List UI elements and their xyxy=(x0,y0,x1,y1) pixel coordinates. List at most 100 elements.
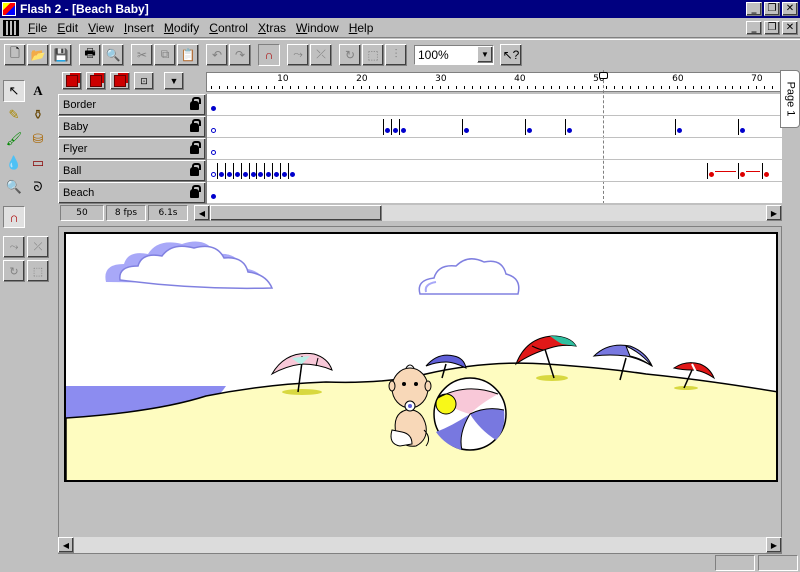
keyframe[interactable] xyxy=(218,172,224,177)
keyframe[interactable] xyxy=(234,172,240,177)
keyframe[interactable] xyxy=(242,172,248,177)
scale-modifier-icon[interactable]: ⬚ xyxy=(27,260,49,282)
print-preview-icon[interactable]: 🔍 xyxy=(102,43,124,66)
scroll-left-icon[interactable]: ◀ xyxy=(194,205,210,221)
menu-view[interactable]: View xyxy=(83,21,119,35)
keyframe[interactable] xyxy=(211,128,216,133)
copy-icon[interactable]: ⧉ xyxy=(154,43,176,66)
arrow-tool-icon[interactable]: ↖ xyxy=(3,80,25,102)
paint-bucket-tool-icon[interactable]: ⛁ xyxy=(27,128,49,150)
doc-close-button[interactable]: ✕ xyxy=(782,20,798,35)
smooth-modifier-icon[interactable]: ⤳ xyxy=(3,236,25,258)
menu-window[interactable]: Window xyxy=(291,21,344,35)
keyframe[interactable] xyxy=(290,172,295,177)
layer-ball[interactable]: Ball xyxy=(58,160,206,182)
menu-file[interactable]: File xyxy=(23,21,52,35)
keyframe[interactable] xyxy=(392,128,398,133)
open-icon[interactable]: 📂 xyxy=(27,43,49,66)
frame-row-baby[interactable] xyxy=(207,116,783,138)
playhead-handle[interactable] xyxy=(599,72,608,79)
frame-row-beach[interactable] xyxy=(207,182,783,204)
menu-help[interactable]: Help xyxy=(344,21,379,35)
undo-icon[interactable]: ↶ xyxy=(206,43,228,66)
straighten-modifier-icon[interactable]: ⤫ xyxy=(27,236,49,258)
keyframe[interactable] xyxy=(274,172,280,177)
menu-insert[interactable]: Insert xyxy=(119,21,159,35)
zoom-tool-icon[interactable]: 🔍 xyxy=(3,176,25,198)
layer-baby[interactable]: Baby xyxy=(58,116,206,138)
lock-icon[interactable] xyxy=(190,184,201,198)
stage-canvas[interactable] xyxy=(64,232,778,482)
frame-grid[interactable] xyxy=(206,70,783,204)
cloud-right[interactable] xyxy=(418,258,520,295)
keyframe[interactable] xyxy=(740,128,746,133)
menu-control[interactable]: Control xyxy=(204,21,253,35)
frame-row-flyer[interactable] xyxy=(207,138,783,160)
timeline-scrollbar[interactable] xyxy=(210,205,766,221)
new-icon[interactable]: 🗋 xyxy=(4,43,26,66)
tween-keyframe[interactable] xyxy=(708,172,714,177)
menu-xtras[interactable]: Xtras xyxy=(253,21,291,35)
save-icon[interactable]: 💾 xyxy=(50,43,72,66)
help-pointer-icon[interactable]: ↖? xyxy=(500,43,522,66)
smooth-icon[interactable]: ⤳ xyxy=(287,43,309,66)
snap-modifier-icon[interactable]: ∩ xyxy=(3,206,25,228)
keyframe[interactable] xyxy=(384,128,390,133)
close-button[interactable]: ✕ xyxy=(782,2,798,16)
straighten-icon[interactable]: ⤫ xyxy=(310,43,332,66)
keyframe[interactable] xyxy=(400,128,406,133)
layer-beach[interactable]: Beach xyxy=(58,182,206,204)
snap-icon[interactable]: ∩ xyxy=(258,43,280,66)
keyframe[interactable] xyxy=(211,194,216,199)
stage-scroll-left-icon[interactable]: ◀ xyxy=(58,537,74,553)
eraser-tool-icon[interactable]: ▭ xyxy=(27,152,49,174)
keyframe[interactable] xyxy=(282,172,288,177)
keyframe[interactable] xyxy=(250,172,256,177)
cloud-left[interactable] xyxy=(105,241,274,290)
paste-icon[interactable]: 📋 xyxy=(177,43,199,66)
chevron-down-icon[interactable]: ▼ xyxy=(164,72,184,90)
tween-keyframe[interactable] xyxy=(740,172,746,177)
restore-button[interactable]: ❐ xyxy=(764,2,780,16)
delete-layer-icon[interactable] xyxy=(86,72,106,90)
tween-keyframe[interactable] xyxy=(764,172,769,177)
add-layer-icon[interactable] xyxy=(62,72,82,90)
keyframe[interactable] xyxy=(527,128,532,133)
scale-icon[interactable]: ⬚ xyxy=(362,43,384,66)
document-icon[interactable] xyxy=(3,19,19,36)
scroll-right-icon[interactable]: ▶ xyxy=(766,205,782,221)
lock-icon[interactable] xyxy=(190,140,201,154)
rotate-modifier-icon[interactable]: ↻ xyxy=(3,260,25,282)
redo-icon[interactable]: ↷ xyxy=(229,43,251,66)
keyframe[interactable] xyxy=(226,172,232,177)
keyframe[interactable] xyxy=(566,128,572,133)
print-icon[interactable]: 🖶 xyxy=(79,43,101,66)
cut-icon[interactable]: ✂ xyxy=(131,43,153,66)
lock-icon[interactable] xyxy=(190,162,201,176)
zoom-select[interactable]: 100% ▼ xyxy=(414,44,494,65)
keyframe[interactable] xyxy=(677,128,683,133)
dropper-tool-icon[interactable]: 💧 xyxy=(3,152,25,174)
pencil-tool-icon[interactable]: ✎ xyxy=(3,104,25,126)
keyframe[interactable] xyxy=(266,172,272,177)
layer-properties-icon[interactable] xyxy=(110,72,130,90)
layer-border[interactable]: Border xyxy=(58,94,206,116)
frame-row-border[interactable] xyxy=(207,94,783,116)
ink-bottle-tool-icon[interactable]: ⚱ xyxy=(27,104,49,126)
align-icon[interactable]: ⫶ xyxy=(385,43,407,66)
rotate-icon[interactable]: ↻ xyxy=(339,43,361,66)
lasso-tool-icon[interactable]: ᘐ xyxy=(27,176,49,198)
scene-tab[interactable]: Page 1 xyxy=(780,70,800,128)
doc-restore-button[interactable]: ❐ xyxy=(764,20,780,35)
timeline-scroll-thumb[interactable] xyxy=(210,205,382,221)
frame-ruler[interactable]: 10 20 30 40 50 60 70 xyxy=(206,72,782,92)
menu-modify[interactable]: Modify xyxy=(159,21,204,35)
minimize-button[interactable]: _ xyxy=(746,2,762,16)
layer-flyer[interactable]: Flyer xyxy=(58,138,206,160)
keyframe[interactable] xyxy=(463,128,469,133)
flash-app-icon[interactable] xyxy=(2,2,16,16)
text-tool-icon[interactable]: A xyxy=(27,80,49,102)
stage-scroll-right-icon[interactable]: ▶ xyxy=(766,537,782,553)
onion-skin-icon[interactable]: ⊡ xyxy=(134,72,154,90)
keyframe[interactable] xyxy=(258,172,264,177)
